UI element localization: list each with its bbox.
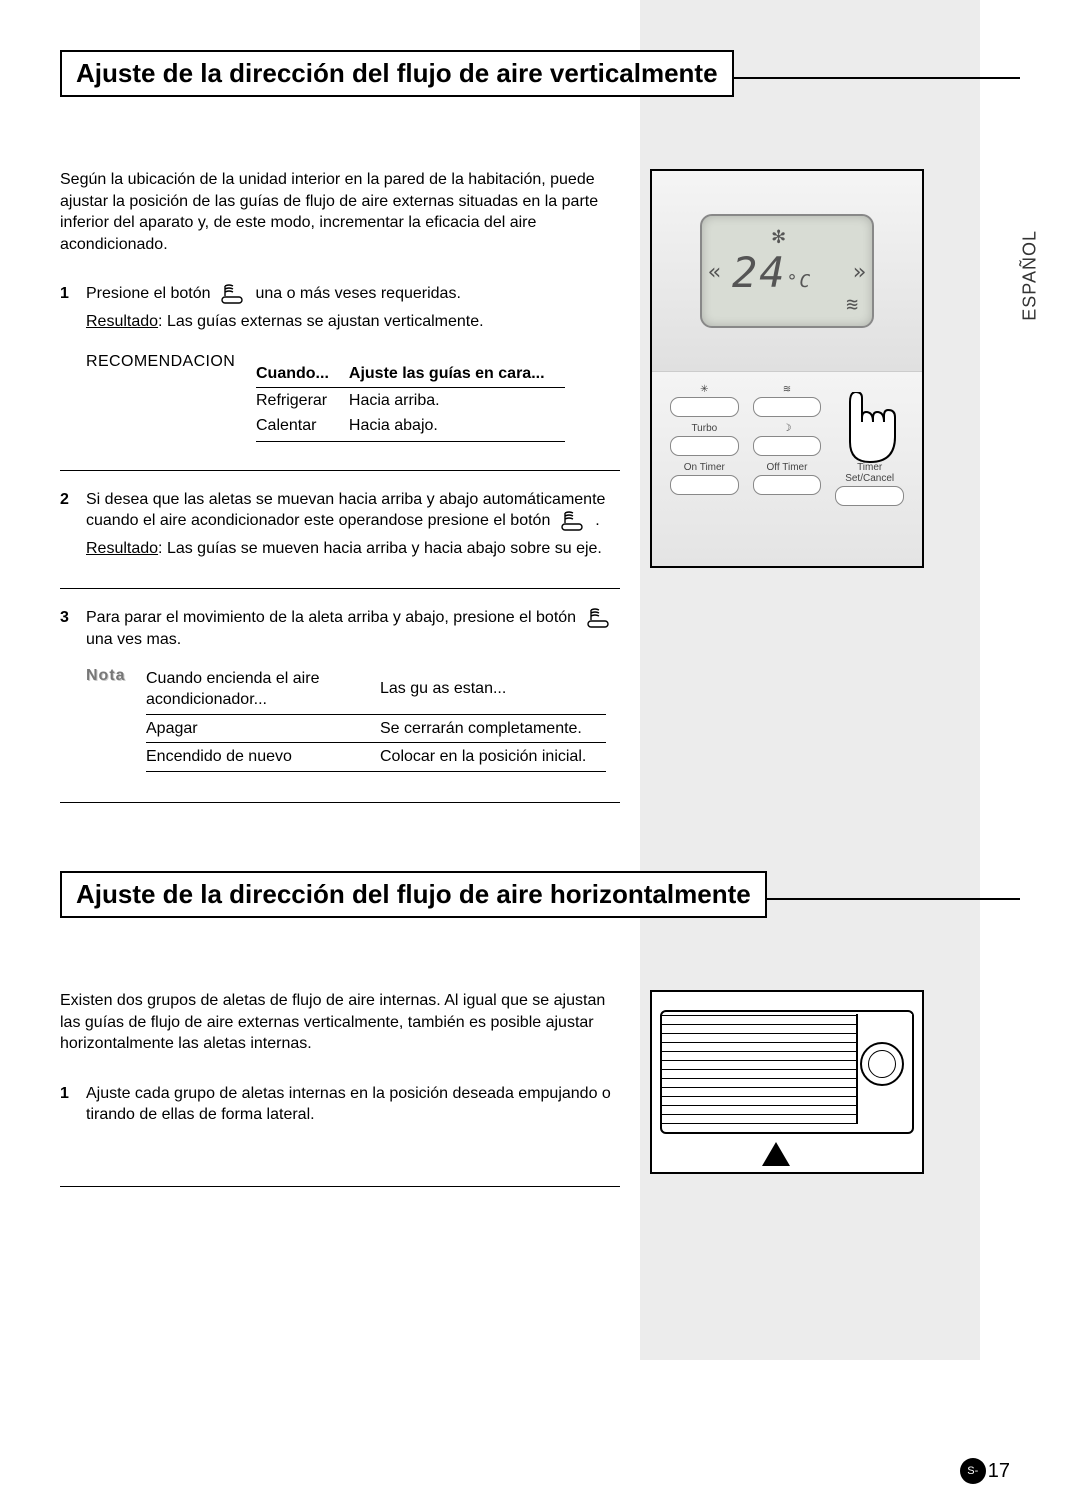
table-row: Apagar Se cerrarán completamente. bbox=[146, 714, 606, 743]
step-2-number: 2 bbox=[60, 489, 86, 560]
step1-result-text: : Las guías externas se ajustan vertical… bbox=[158, 313, 484, 330]
step-3-number: 3 bbox=[60, 607, 86, 772]
swing-icon: ≋ bbox=[753, 384, 822, 395]
arrow-left-icon: « bbox=[708, 260, 721, 285]
step2-text-pre: Si desea que las aletas se muevan hacia … bbox=[86, 491, 605, 530]
remote-btn-label: On Timer bbox=[670, 462, 739, 473]
table-row: Refrigerar Hacia arriba. bbox=[256, 387, 565, 413]
swing-icon bbox=[559, 510, 587, 532]
divider bbox=[60, 588, 620, 589]
remote-button-panel: ✳ ≋ Turbo ☽ On Timer Off Timer Timer Set… bbox=[652, 372, 922, 566]
section1-title: Ajuste de la dirección del flujo de aire… bbox=[60, 50, 734, 97]
reco-cell: Hacia arriba. bbox=[349, 387, 565, 413]
nota-head-a: Cuando encienda el aire acondicionador..… bbox=[146, 665, 380, 715]
page-number: S- 17 bbox=[960, 1458, 1010, 1484]
section1-intro: Según la ubicación de la unidad interior… bbox=[60, 169, 620, 255]
swing-icon bbox=[219, 283, 247, 305]
table-row: Encendido de nuevo Colocar en la posició… bbox=[146, 743, 606, 772]
divider bbox=[60, 470, 620, 471]
lcd-unit: °C bbox=[787, 271, 813, 292]
section1-bottom-rule bbox=[60, 802, 620, 803]
step2-text-post: . bbox=[595, 513, 599, 530]
step-3: 3 Para parar el movimiento de la aleta a… bbox=[60, 607, 620, 772]
reco-head-set: Ajuste las guías en cara... bbox=[349, 361, 565, 387]
remote-button[interactable] bbox=[835, 486, 904, 506]
step1-text-post: una o más veses requeridas. bbox=[255, 286, 460, 303]
page-prefix: S- bbox=[967, 1465, 978, 1477]
page-num-value: 17 bbox=[988, 1460, 1010, 1483]
reco-cell: Hacia abajo. bbox=[349, 413, 565, 441]
fan-icon: ✳ bbox=[670, 384, 739, 395]
reco-cell: Calentar bbox=[256, 413, 349, 441]
step2-result-text: : Las guías se mueven hacia arriba y hac… bbox=[158, 540, 602, 557]
nota-table: Cuando encienda el aire acondicionador..… bbox=[146, 665, 606, 772]
table-row: Calentar Hacia abajo. bbox=[256, 413, 565, 441]
recomendacion-table: Cuando... Ajuste las guías en cara... Re… bbox=[256, 361, 565, 442]
nota-cell: Se cerrarán completamente. bbox=[380, 714, 606, 743]
step-1-number: 1 bbox=[60, 283, 86, 441]
nota-cell: Colocar en la posición inicial. bbox=[380, 743, 606, 772]
up-arrow-icon bbox=[762, 1142, 790, 1166]
remote-button[interactable] bbox=[670, 475, 739, 495]
remote-button[interactable] bbox=[753, 436, 822, 456]
recomendacion-label: RECOMENDACION bbox=[86, 351, 256, 442]
step1-text-pre: Presione el botón bbox=[86, 286, 211, 303]
section2-bottom-rule bbox=[60, 1186, 620, 1187]
section-horizontal-airflow: Ajuste de la dirección del flujo de aire… bbox=[60, 871, 1020, 1195]
step2-result-label: Resultado bbox=[86, 540, 158, 557]
section2-step1-text: Ajuste cada grupo de aletas internas en … bbox=[86, 1083, 620, 1126]
section-vertical-airflow: Ajuste de la dirección del flujo de aire… bbox=[60, 50, 1020, 811]
remote-button[interactable] bbox=[753, 397, 822, 417]
nota-cell: Apagar bbox=[146, 714, 380, 743]
fan-grille-icon bbox=[860, 1042, 904, 1086]
swing-icon bbox=[585, 607, 613, 629]
section2-step1-number: 1 bbox=[60, 1083, 86, 1126]
arrow-right-icon: » bbox=[853, 260, 866, 285]
snowflake-icon: ✻ bbox=[772, 224, 785, 249]
lcd-temp: 24 bbox=[732, 248, 787, 297]
step3-text-pre: Para parar el movimiento de la aleta arr… bbox=[86, 609, 576, 626]
nota-label: Nota bbox=[86, 665, 146, 772]
remote-button[interactable] bbox=[670, 436, 739, 456]
section2-step-1: 1 Ajuste cada grupo de aletas internas e… bbox=[60, 1083, 620, 1126]
nota-cell: Encendido de nuevo bbox=[146, 743, 380, 772]
swing-indicator-icon: ≋ bbox=[846, 292, 858, 316]
nota-head-b: Las gu as estan... bbox=[380, 665, 606, 715]
step1-result-label: Resultado bbox=[86, 313, 158, 330]
remote-button[interactable] bbox=[753, 475, 822, 495]
remote-lcd-panel: ✻ « » 24°C ≋ bbox=[652, 171, 922, 372]
remote-button[interactable] bbox=[670, 397, 739, 417]
step-2: 2 Si desea que las aletas se muevan haci… bbox=[60, 489, 620, 560]
section2-title: Ajuste de la dirección del flujo de aire… bbox=[60, 871, 767, 918]
pointing-hand-icon bbox=[840, 392, 900, 472]
section2-intro: Existen dos grupos de aletas de flujo de… bbox=[60, 990, 620, 1055]
step-1: 1 Presione el botón una o más veses requ… bbox=[60, 283, 620, 441]
remote-btn-label: Off Timer bbox=[753, 462, 822, 473]
language-tab: ESPAÑOL bbox=[1020, 230, 1041, 321]
sleep-icon: ☽ bbox=[753, 423, 822, 434]
reco-head-when: Cuando... bbox=[256, 361, 349, 387]
remote-btn-label: Turbo bbox=[670, 423, 739, 434]
ac-unit-illustration bbox=[650, 990, 924, 1195]
reco-cell: Refrigerar bbox=[256, 387, 349, 413]
step3-text-post: una ves mas. bbox=[86, 631, 181, 648]
remote-illustration: ✻ « » 24°C ≋ ✳ ≋ Turbo ☽ bbox=[650, 169, 924, 811]
